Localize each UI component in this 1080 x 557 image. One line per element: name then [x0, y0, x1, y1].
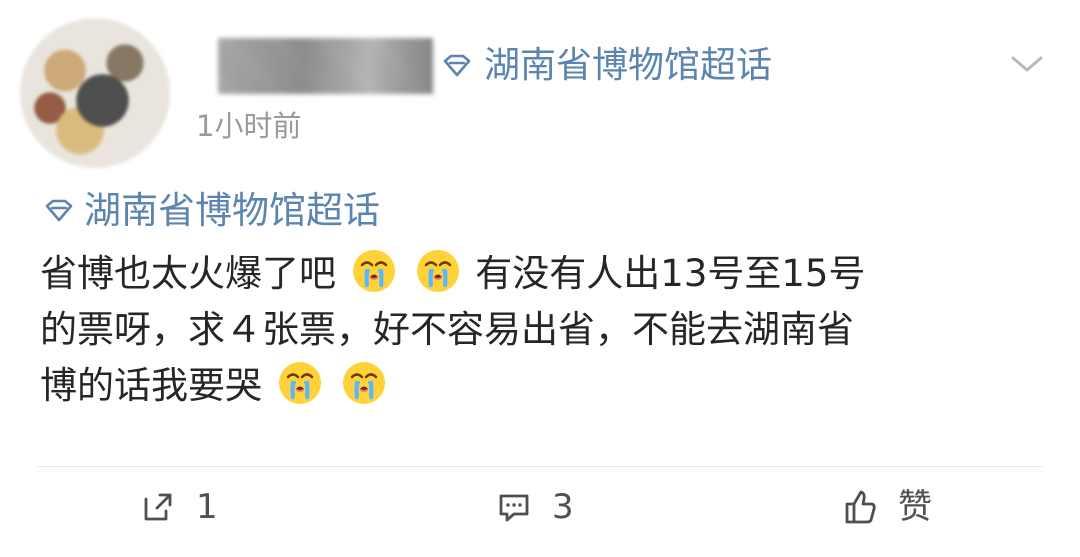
post-topic-link[interactable]: 湖南省博物馆超话: [42, 192, 380, 229]
share-icon: [138, 487, 178, 527]
post-line-2: 的票呀，求４张票，好不容易出省，不能去湖南省: [40, 308, 854, 351]
supertopic-label: 湖南省博物馆超话: [484, 45, 773, 86]
crying-face-emoji-icon: [350, 247, 398, 295]
supertopic-link[interactable]: 湖南省博物馆超话: [440, 48, 772, 84]
repost-button[interactable]: 1: [138, 487, 218, 527]
post-line-1: 省博也太火爆了吧 有没有人出13号至15号: [40, 246, 1040, 302]
crying-face-emoji-icon: [276, 359, 324, 407]
repost-count: 1: [196, 487, 218, 527]
diamond-icon: [42, 199, 76, 223]
diamond-icon: [440, 54, 474, 78]
redacted-username[interactable]: [218, 38, 433, 94]
post-text: 省博也太火爆了吧 有没有人出13号至15号 的票呀，求４张票，好不容易出省，不能…: [40, 246, 1040, 414]
comment-button[interactable]: 3: [494, 487, 574, 527]
crying-face-emoji-icon: [414, 247, 462, 295]
post-text-segment: 有没有人出13号至15号: [475, 252, 866, 295]
action-divider: [38, 466, 1042, 467]
crying-face-emoji-icon: [340, 359, 388, 407]
post-line-3: 博的话我要哭: [40, 358, 1040, 414]
like-button[interactable]: 赞: [840, 487, 932, 527]
post-text-segment: 省博也太火爆了吧: [40, 252, 336, 295]
post-text-segment: 博的话我要哭: [40, 364, 262, 407]
action-bar: 1 3 赞: [0, 487, 1080, 547]
post-topic-label: 湖南省博物馆超话: [84, 189, 380, 232]
post-timestamp: 1小时前: [196, 109, 302, 143]
like-label: 赞: [898, 487, 932, 527]
comment-icon: [494, 487, 534, 527]
comment-count: 3: [552, 487, 574, 527]
thumbs-up-icon: [840, 487, 880, 527]
chevron-down-icon[interactable]: [1010, 54, 1044, 74]
avatar[interactable]: [20, 18, 170, 168]
